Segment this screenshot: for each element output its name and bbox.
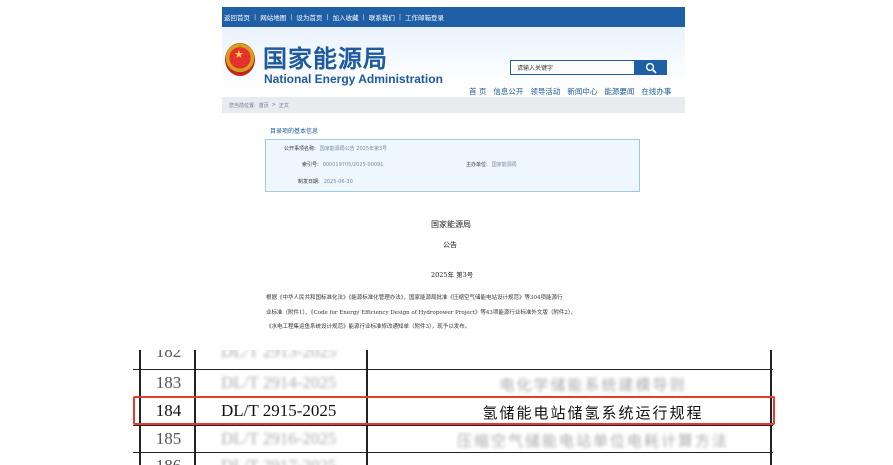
web-page: 返回首页| 网站地图| 设为首页| 加入收藏| 联系我们| 工作邮箱登录 国家能… <box>222 7 685 113</box>
row-number: 185 <box>155 429 182 448</box>
info-box: 公开事项名称: 国家能源局公告 2025年第3号 索引号: 000019705/20… <box>265 139 640 192</box>
nav-online-services[interactable]: 在线办事 <box>641 86 671 97</box>
info-row-index: 索引号: 000019705/2025-00091 <box>302 161 383 168</box>
search-form: 请输入关键字 <box>510 60 667 75</box>
table-row: 185 DL/T 2916-2025 压缩空气储能电站单位电耗计算方法 <box>133 425 773 452</box>
info-label: 制发日期: <box>298 179 320 185</box>
top-utility-bar: 返回首页 | 网站地图 | 设为首页 | 加入收藏 | 联系我们 | 工作邮箱登录 <box>222 7 685 27</box>
standard-code: DL/T 2914-2025 <box>221 373 337 392</box>
standard-code: DL/T 2917-2025 <box>221 456 336 465</box>
info-value: 国家能源局 <box>491 162 517 168</box>
document-issuer: 国家能源局 <box>431 220 471 229</box>
info-value: 000019705/2025-00091 <box>322 162 384 168</box>
document-number: 2025年 第3号 <box>431 271 474 279</box>
nav-info-disclosure[interactable]: 信息公开 <box>493 86 523 97</box>
info-row-dept: 主办单位: 国家能源局 <box>466 161 517 168</box>
top-link-email-login[interactable]: 工作邮箱登录 <box>405 12 444 22</box>
info-value: 国家能源局公告 2025年第3号 <box>319 146 388 152</box>
table-row: 183 DL/T 2914-2025 电化学储能系统建模导则 <box>133 369 773 396</box>
national-emblem-icon <box>225 43 255 76</box>
standard-code: DL/T 2913-2025 <box>221 350 337 361</box>
info-row-date: 制发日期: 2025-06-30 <box>298 178 353 185</box>
info-label: 主办单位: <box>466 162 488 168</box>
nav-news-center[interactable]: 新闻中心 <box>567 86 597 97</box>
info-section-title: 目录项的基本信息 <box>270 128 319 135</box>
breadcrumb-current: 正文 <box>278 102 289 109</box>
site-name-cn[interactable]: 国家能源局 <box>263 39 388 74</box>
highlight-box <box>133 396 775 425</box>
search-input[interactable]: 请输入关键字 <box>510 60 635 75</box>
separator: | <box>290 13 293 21</box>
top-link-home[interactable]: 返回首页 <box>224 12 250 22</box>
breadcrumb-home-link[interactable]: 首页 <box>259 102 269 109</box>
top-link-sitemap[interactable]: 网站地图 <box>260 12 286 22</box>
separator: | <box>362 13 365 21</box>
search-button[interactable] <box>635 60 667 75</box>
top-link-set-home[interactable]: 设为首页 <box>296 12 322 22</box>
nav-leader-activities[interactable]: 领导活动 <box>530 86 560 97</box>
document-body-line: 业标准（附件1）、《Code for Energy Efficiency Des… <box>266 310 577 316</box>
info-row-topic: 公开事项名称: 国家能源局公告 2025年第3号 <box>284 145 387 152</box>
row-number: 183 <box>155 373 182 392</box>
standard-code: DL/T 2916-2025 <box>221 429 337 448</box>
site-header: 国家能源局 National Energy Administration 请输入… <box>222 27 685 96</box>
nav-energy-news[interactable]: 能源要闻 <box>604 86 634 97</box>
top-link-contact[interactable]: 联系我们 <box>369 12 395 22</box>
breadcrumb-prefix: 您当前位置: <box>229 102 256 109</box>
site-name-en[interactable]: National Energy Administration <box>264 72 443 86</box>
document-body-line: 《水电工程集运鱼系统设计规范》能源行业标准修改通知单（附件3），现予以发布。 <box>266 324 471 330</box>
standard-name: 电化学储能系统建模导则 <box>499 376 687 394</box>
table-row: 182 DL/T 2913-2025 <box>133 350 773 365</box>
breadcrumb: 您当前位置: 首页 > 正文 <box>222 97 685 113</box>
top-link-favorite[interactable]: 加入收藏 <box>333 12 359 22</box>
row-number: 186 <box>151 456 186 465</box>
row-number: 182 <box>155 350 182 361</box>
info-value: 2025-06-30 <box>323 179 353 185</box>
separator: | <box>398 13 402 21</box>
document-type: 公告 <box>443 241 457 249</box>
search-icon <box>645 62 657 74</box>
info-label: 公开事项名称: <box>284 146 316 152</box>
separator: | <box>326 13 329 21</box>
document-body-line: 根据《中华人民共和国标准化法》《能源标准化管理办法》，国家能源局批准《压缩空气储… <box>266 295 563 301</box>
separator: | <box>254 13 257 21</box>
standard-name: 压缩空气储能电站单位电耗计算方法 <box>456 432 729 450</box>
nav-home[interactable]: 首 页 <box>469 86 486 97</box>
info-label: 索引号: <box>302 162 319 168</box>
main-nav: 首 页 信息公开 领导活动 新闻中心 能源要闻 在线办事 <box>469 86 678 97</box>
table-row: 186 DL/T 2917-2025 <box>133 452 773 465</box>
breadcrumb-separator: > <box>271 102 276 108</box>
